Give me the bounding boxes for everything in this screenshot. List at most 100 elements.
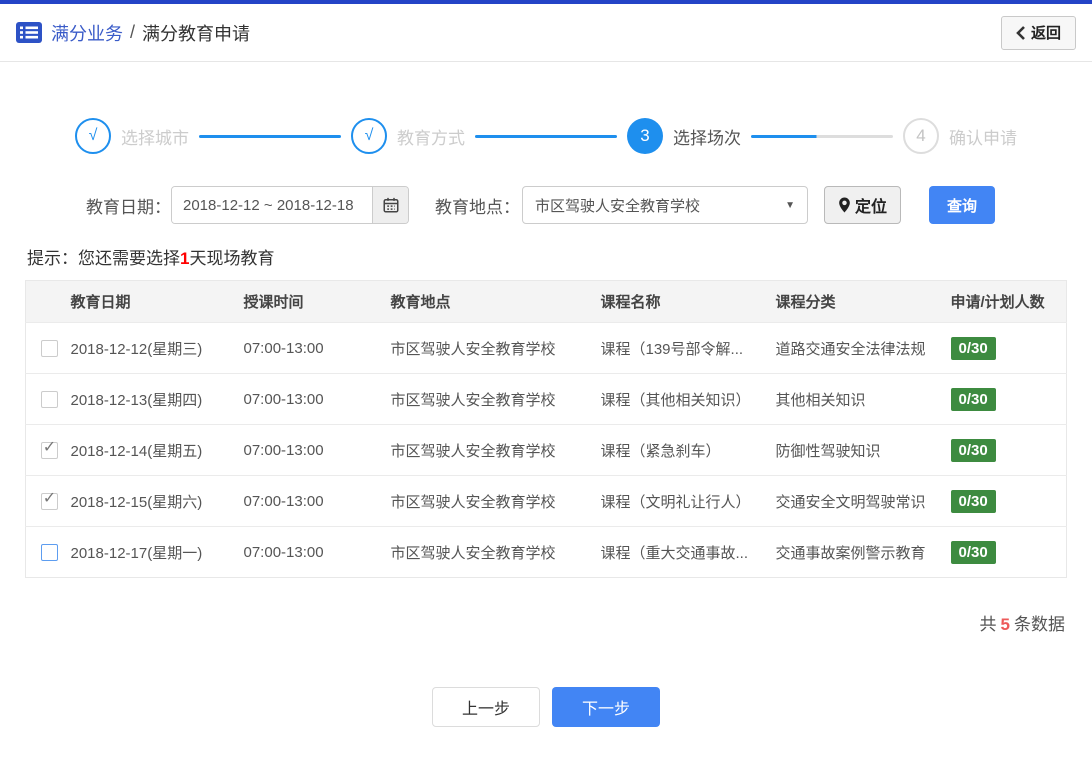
column-header: 教育地点 xyxy=(390,294,451,311)
step-check-icon: √ xyxy=(351,118,387,154)
location-select[interactable]: 市区驾驶人安全教育学校 ▼ xyxy=(522,186,808,224)
session-date: 2018-12-14(星期五) xyxy=(70,424,244,476)
breadcrumb-primary: 满分业务 xyxy=(51,23,123,44)
session-time: 07:00-13:00 xyxy=(243,526,391,578)
session-row: 2018-12-17(星期一) 07:00-13:00 市区驾驶人安全教育学校 课程（… xyxy=(25,526,1067,578)
session-checkbox-cell xyxy=(25,526,71,578)
list-icon xyxy=(16,22,42,43)
step-select-city: √ 选择城市 xyxy=(75,118,189,154)
back-button[interactable]: 返回 xyxy=(1000,15,1076,50)
calendar-icon[interactable] xyxy=(372,187,408,223)
table-header-row: 教育日期 授课时间 教育地点 课程名称 课程分类 申请/计划人数 xyxy=(25,280,1067,323)
step-label: 选择城市 xyxy=(121,128,189,148)
session-checkbox[interactable] xyxy=(41,441,58,459)
column-header: 授课时间 xyxy=(243,294,304,311)
query-button[interactable]: 查询 xyxy=(929,186,996,224)
session-date: 2018-12-15(星期六) xyxy=(70,475,244,527)
progress-stepper: √ 选择城市 √ 教育方式 3 选择场次 4 确认申请 xyxy=(0,118,1092,154)
course-name: 课程（重大交通事故... xyxy=(600,526,776,578)
location-select-value: 市区驾驶人安全教育学校 xyxy=(535,197,701,215)
session-date: 2018-12-12(星期三) xyxy=(70,322,244,374)
session-row: 2018-12-12(星期三) 07:00-13:00 市区驾驶人安全教育学校 课程（… xyxy=(25,322,1067,374)
checkbox-column-header xyxy=(26,281,71,323)
total-suffix: 条数据 xyxy=(1014,615,1065,634)
session-checkbox-cell xyxy=(25,373,71,425)
session-time: 07:00-13:00 xyxy=(243,475,391,527)
session-row: 2018-12-13(星期四) 07:00-13:00 市区驾驶人安全教育学校 课程（… xyxy=(25,373,1067,425)
course-category: 防御性驾驶知识 xyxy=(775,424,951,476)
applicant-count-badge: 0/30 xyxy=(950,489,996,513)
session-checkbox[interactable] xyxy=(41,339,58,357)
step-number: 4 xyxy=(903,118,939,154)
step-confirm-application: 4 确认申请 xyxy=(903,118,1017,154)
chevron-down-icon: ▼ xyxy=(785,199,795,211)
session-time: 07:00-13:00 xyxy=(243,373,391,425)
session-checkbox[interactable] xyxy=(41,543,58,561)
applicant-count-cell: 0/30 xyxy=(950,424,1067,476)
session-row: 2018-12-14(星期五)07:00-13:00市区驾驶人安全教育学校课程（… xyxy=(25,424,1067,476)
step-connector xyxy=(751,134,893,138)
next-step-button[interactable]: 下一步 xyxy=(552,687,660,727)
remaining-days-hint: 提示：您还需要选择1天现场教育 xyxy=(27,244,1092,269)
session-checkbox-cell xyxy=(25,322,71,374)
total-prefix: 共 xyxy=(979,615,997,634)
course-category: 交通事故案例警示教育 xyxy=(775,526,951,578)
breadcrumb-separator: / xyxy=(130,22,136,42)
course-name: 课程（文明礼让行人） xyxy=(600,475,776,527)
course-category: 其他相关知识 xyxy=(775,373,951,425)
session-time: 07:00-13:00 xyxy=(243,424,391,476)
step-number: 3 xyxy=(627,118,663,154)
applicant-count-badge: 0/30 xyxy=(950,540,996,564)
date-range-input[interactable] xyxy=(172,187,372,223)
locate-button[interactable]: 定位 xyxy=(824,186,902,224)
session-place: 市区驾驶人安全教育学校 xyxy=(390,475,601,527)
step-connector xyxy=(199,134,341,138)
session-checkbox-cell xyxy=(25,475,71,527)
back-button-label: 返回 xyxy=(1030,25,1061,42)
session-checkbox[interactable] xyxy=(41,492,58,510)
applicant-count-badge: 0/30 xyxy=(950,438,996,462)
column-header: 课程分类 xyxy=(775,294,836,311)
applicant-count-cell: 0/30 xyxy=(950,373,1067,425)
session-place: 市区驾驶人安全教育学校 xyxy=(390,526,601,578)
total-count: 5 xyxy=(1000,615,1010,634)
hint-prefix: 提示：您还需要选择 xyxy=(27,249,180,268)
step-label: 选择场次 xyxy=(673,128,741,148)
session-date: 2018-12-13(星期四) xyxy=(70,373,244,425)
previous-step-button[interactable]: 上一步 xyxy=(432,687,540,727)
session-place: 市区驾驶人安全教育学校 xyxy=(390,373,601,425)
course-name: 课程（紧急刹车） xyxy=(600,424,776,476)
session-date: 2018-12-17(星期一) xyxy=(70,526,244,578)
applicant-count-cell: 0/30 xyxy=(950,475,1067,527)
sessions-table: 教育日期 授课时间 教育地点 课程名称 课程分类 申请/计划人数 2018-12-12(星… xyxy=(25,280,1067,578)
location-pin-icon xyxy=(839,197,850,213)
course-name: 课程（139号部令解... xyxy=(600,322,776,374)
education-place-label: 教育地点： xyxy=(435,197,520,217)
locate-button-label: 定位 xyxy=(855,199,888,216)
column-header: 申请/计划人数 xyxy=(950,294,1045,311)
session-checkbox-cell xyxy=(25,424,71,476)
table-body: 2018-12-12(星期三) 07:00-13:00 市区驾驶人安全教育学校 课程（… xyxy=(25,322,1067,578)
course-name: 课程（其他相关知识） xyxy=(600,373,776,425)
course-category: 道路交通安全法律法规 xyxy=(775,322,951,374)
total-records: 共 5 条数据 xyxy=(0,610,1065,635)
column-header: 课程名称 xyxy=(600,294,661,311)
step-check-icon: √ xyxy=(75,118,111,154)
session-place: 市区驾驶人安全教育学校 xyxy=(390,424,601,476)
session-checkbox[interactable] xyxy=(41,390,58,408)
breadcrumb-secondary: 满分教育申请 xyxy=(142,23,251,44)
education-date-label: 教育日期： xyxy=(86,197,171,217)
applicant-count-badge: 0/30 xyxy=(950,336,996,360)
step-select-session: 3 选择场次 xyxy=(627,118,741,154)
step-connector xyxy=(475,134,617,138)
session-time: 07:00-13:00 xyxy=(243,322,391,374)
page-header: 满分业务 / 满分教育申请 返回 xyxy=(0,4,1092,62)
session-place: 市区驾驶人安全教育学校 xyxy=(390,322,601,374)
date-range-group xyxy=(171,186,409,224)
step-label: 教育方式 xyxy=(397,128,465,148)
step-education-mode: √ 教育方式 xyxy=(351,118,465,154)
column-header: 教育日期 xyxy=(70,294,131,311)
wizard-actions: 上一步 下一步 xyxy=(0,687,1092,727)
step-label: 确认申请 xyxy=(949,128,1017,148)
course-category: 交通安全文明驾驶常识 xyxy=(775,475,951,527)
